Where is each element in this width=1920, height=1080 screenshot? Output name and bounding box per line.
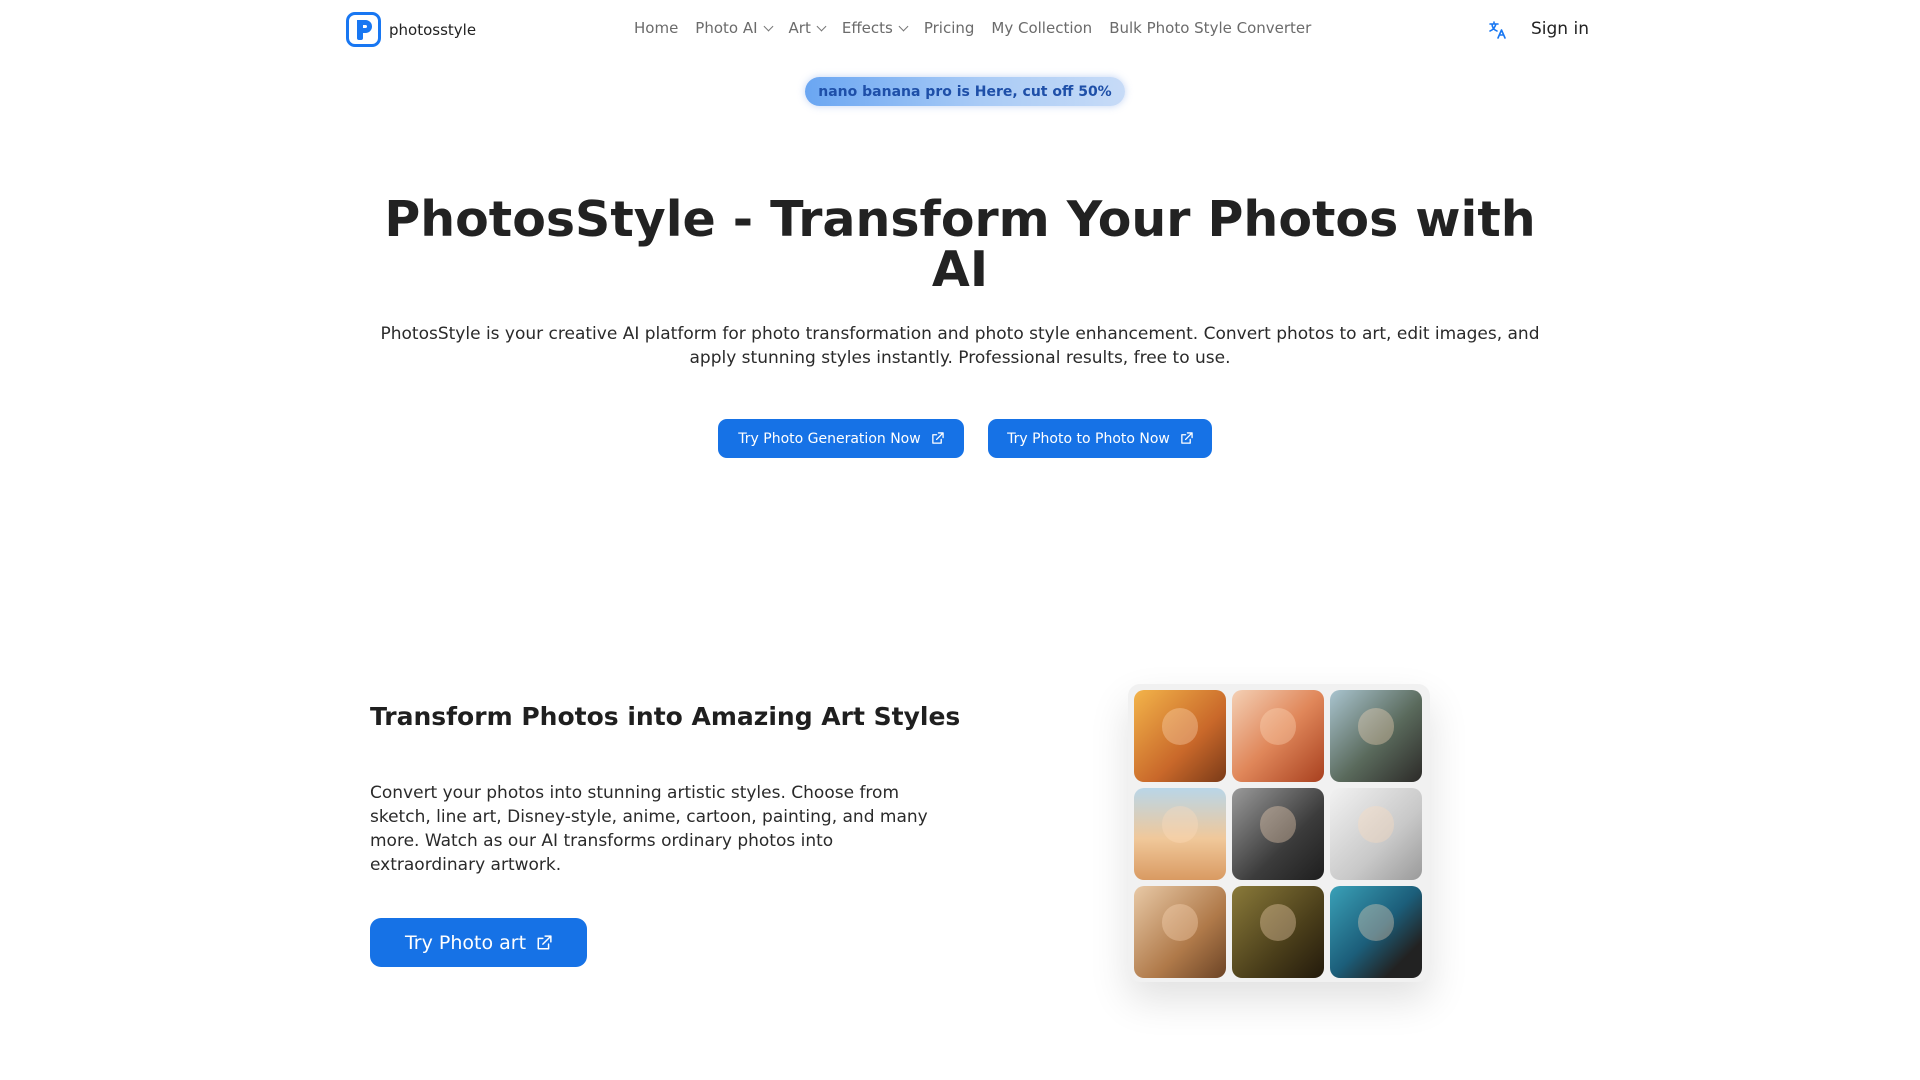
external-link-icon [537, 934, 552, 949]
logo-text: photosstyle [389, 20, 477, 39]
translate-icon[interactable] [1488, 20, 1508, 40]
section-description: Convert your photos into stunning artist… [370, 783, 928, 875]
try-photo-to-photo-button[interactable]: Try Photo to Photo Now [988, 419, 1212, 458]
try-photo-art-button[interactable]: Try Photo art [370, 918, 587, 967]
nav-art-label: Art [788, 19, 811, 37]
nav-home-label: Home [634, 19, 679, 37]
nav-photo-ai-label: Photo AI [695, 19, 758, 37]
hero-description: PhotosStyle is your creative AI platform… [380, 324, 1540, 368]
page-title: PhotosStyle - Transform Your Photos with… [384, 191, 1536, 298]
nav-bulk-converter[interactable]: Bulk Photo Style Converter [1109, 19, 1311, 37]
nav-my-collection[interactable]: My Collection [991, 19, 1092, 37]
external-link-icon [1181, 432, 1193, 444]
nav-my-collection-label: My Collection [991, 19, 1093, 37]
nav-photo-ai[interactable]: Photo AI [695, 19, 773, 37]
sign-in-link[interactable]: Sign in [1531, 19, 1589, 39]
gallery-image[interactable] [1232, 690, 1324, 782]
gallery-image[interactable] [1134, 886, 1226, 978]
nav-pricing-label: Pricing [923, 19, 975, 37]
gallery-image[interactable] [1232, 886, 1324, 978]
section-title: Transform Photos into Amazing Art Styles [370, 702, 961, 731]
try-photo-generation-label: Try Photo Generation Now [738, 430, 921, 447]
gallery-image[interactable] [1330, 886, 1422, 978]
chevron-down-icon [763, 21, 773, 31]
nav-bulk-converter-label: Bulk Photo Style Converter [1109, 19, 1312, 37]
gallery-image[interactable] [1330, 788, 1422, 880]
gallery-image[interactable] [1134, 788, 1226, 880]
gallery-image[interactable] [1232, 788, 1324, 880]
try-photo-to-photo-label: Try Photo to Photo Now [1007, 430, 1170, 447]
logo[interactable]: photosstyle [346, 12, 476, 47]
art-style-gallery [1128, 684, 1430, 982]
nav-effects[interactable]: Effects [841, 19, 909, 37]
chevron-down-icon [898, 21, 909, 31]
chevron-down-icon [816, 21, 827, 31]
site-header: photosstyle Home Photo AI Art Effects Pr… [0, 0, 1920, 60]
logo-icon [346, 12, 381, 47]
main-nav: Home Photo AI Art Effects Pricing My Col… [634, 19, 1311, 37]
nav-pricing[interactable]: Pricing [924, 19, 975, 37]
promo-badge[interactable]: nano banana pro is Here, cut off 50% [805, 77, 1125, 106]
gallery-image[interactable] [1134, 690, 1226, 782]
nav-art[interactable]: Art [788, 19, 827, 37]
nav-home[interactable]: Home [634, 19, 678, 37]
try-photo-generation-button[interactable]: Try Photo Generation Now [718, 419, 964, 458]
try-photo-art-label: Try Photo art [404, 931, 527, 954]
gallery-image[interactable] [1330, 690, 1422, 782]
nav-effects-label: Effects [841, 19, 893, 37]
external-link-icon [931, 432, 944, 444]
